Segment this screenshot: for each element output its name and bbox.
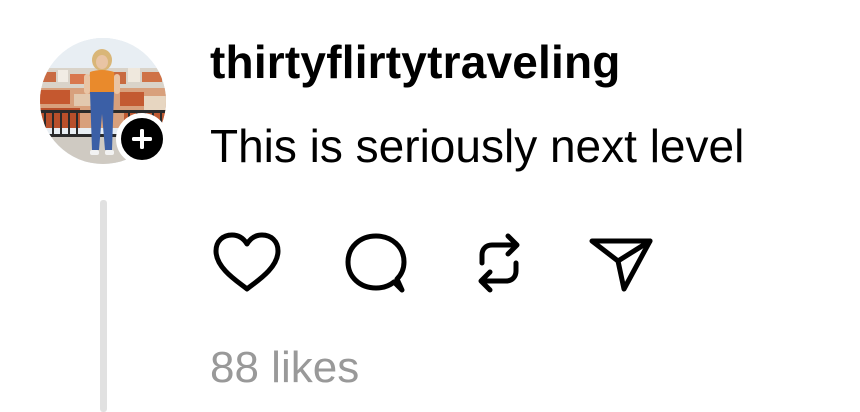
- thread-line: [100, 200, 107, 412]
- repost-button[interactable]: [460, 228, 538, 298]
- comment-text: This is seriously next level: [210, 120, 745, 172]
- plus-icon: [132, 129, 152, 149]
- username[interactable]: thirtyflirtytraveling: [210, 36, 621, 88]
- follow-button[interactable]: [116, 113, 168, 165]
- heart-icon: [213, 232, 281, 292]
- reply-button[interactable]: [336, 228, 414, 298]
- like-button[interactable]: [208, 228, 286, 298]
- avatar-container[interactable]: [40, 38, 168, 165]
- comment-icon: [345, 233, 407, 293]
- likes-count[interactable]: 88 likes: [210, 340, 359, 396]
- repost-icon: [478, 233, 520, 293]
- share-button[interactable]: [582, 228, 660, 298]
- send-icon: [589, 238, 653, 292]
